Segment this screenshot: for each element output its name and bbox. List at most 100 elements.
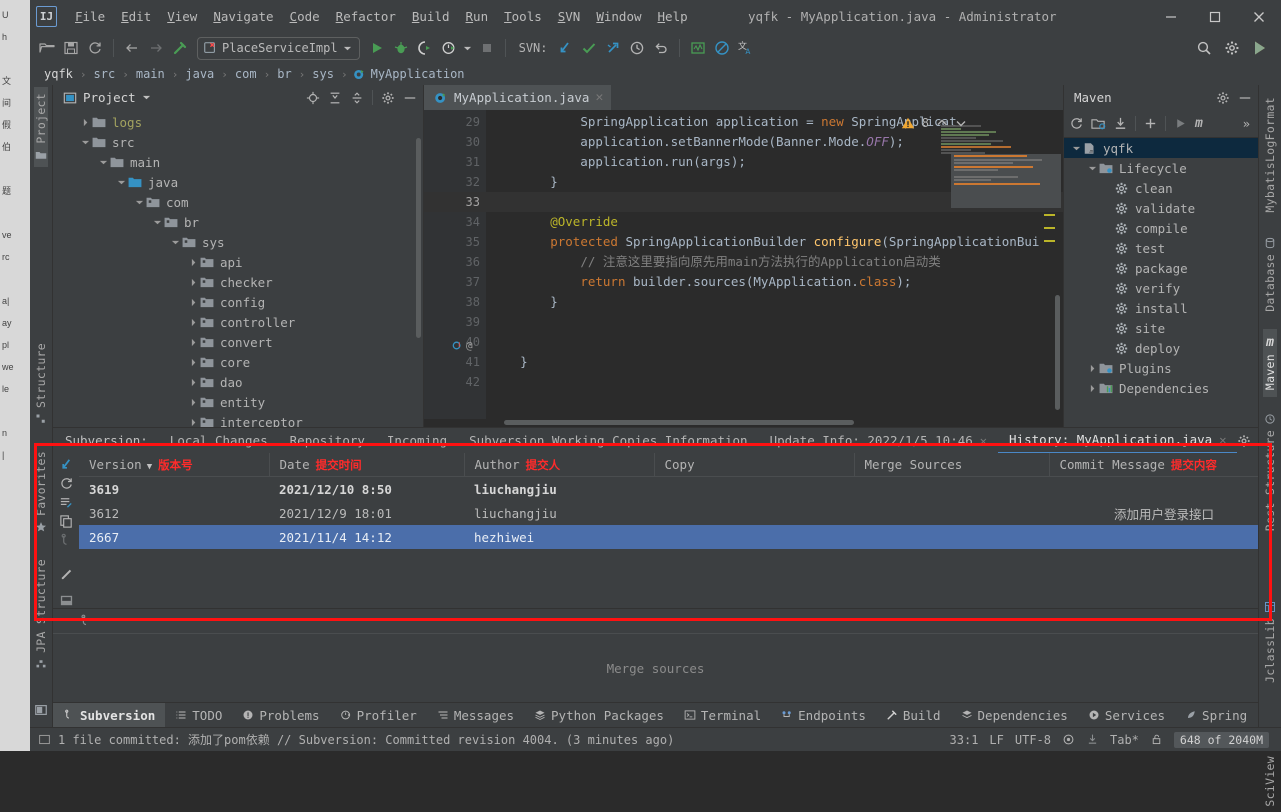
project-tree-node-api[interactable]: api	[53, 252, 423, 272]
ide-avatar-icon[interactable]	[1249, 37, 1271, 59]
close-icon[interactable]: ✕	[1219, 433, 1226, 447]
maven-tree[interactable]: m yqfk Lifecycle clean validate compile test pa…	[1064, 138, 1258, 427]
save-all-icon[interactable]	[60, 37, 82, 59]
tree-arrow-icon[interactable]	[1086, 164, 1099, 173]
menu-item-run[interactable]: Run	[458, 6, 497, 27]
svn-update-status-icon[interactable]	[1086, 733, 1099, 746]
svn-shelve-icon[interactable]	[602, 37, 624, 59]
code-line[interactable]: // 注意这里要指向原先用main方法执行的Application启动类	[486, 252, 1063, 272]
error-stripe-mark[interactable]	[1044, 214, 1055, 216]
tree-arrow-icon[interactable]	[187, 418, 200, 427]
project-tree-node-src[interactable]: src	[53, 132, 423, 152]
breadcrumb-item-src[interactable]: src	[92, 67, 118, 81]
refresh-icon[interactable]	[59, 476, 74, 491]
menu-item-edit[interactable]: Edit	[113, 6, 159, 27]
tree-arrow-icon[interactable]	[1070, 144, 1083, 153]
project-tree-node-com[interactable]: com	[53, 192, 423, 212]
project-tree-scrollbar[interactable]	[416, 138, 421, 338]
project-tree-node-sys[interactable]: sys	[53, 232, 423, 252]
close-icon[interactable]: ✕	[595, 90, 603, 105]
subversion-history-table[interactable]: Version ▼ 版本号 Date 提交时间 Author 提交人 Copy Merge So…	[79, 453, 1270, 550]
table-row[interactable]: 3612 2021/12/9 18:01 liuchangjiu 添加用户登录接口	[79, 501, 1269, 526]
subversion-tab-history-myapplication-java[interactable]: History: MyApplication.java ✕	[998, 427, 1238, 455]
expand-all-icon[interactable]	[328, 91, 342, 105]
locate-target-icon[interactable]	[306, 91, 320, 105]
menu-item-refactor[interactable]: Refactor	[328, 6, 404, 27]
breadcrumb-item-com[interactable]: com	[233, 67, 259, 81]
tree-arrow-icon[interactable]	[79, 138, 92, 147]
file-encoding[interactable]: UTF-8	[1015, 733, 1051, 747]
tree-arrow-icon[interactable]	[1086, 364, 1099, 373]
sidebar-item-jclasslib[interactable]: JclassLib	[1263, 595, 1277, 689]
settings-gear-icon[interactable]	[1237, 434, 1251, 448]
sidebar-item-project[interactable]: Project	[34, 87, 48, 167]
code-line[interactable]	[486, 332, 1063, 352]
maven-tree-node-lifecycle[interactable]: Lifecycle	[1064, 158, 1258, 178]
code-line[interactable]	[486, 312, 1063, 332]
sidebar-item-structure[interactable]: Structure	[34, 337, 48, 431]
maven-tree-node-clean[interactable]: clean	[1064, 178, 1258, 198]
translate-icon[interactable]: 文A	[735, 37, 757, 59]
sidebar-item-mybatislogformat[interactable]: MybatisLogFormat	[1263, 91, 1277, 219]
tree-arrow-icon[interactable]	[187, 318, 200, 327]
menu-item-help[interactable]: Help	[650, 6, 696, 27]
menu-item-window[interactable]: Window	[588, 6, 649, 27]
profile-icon[interactable]	[438, 37, 460, 59]
table-row[interactable]: 2667 2021/11/4 14:12 hezhiwei	[79, 525, 1269, 550]
forward-arrow-icon[interactable]	[145, 37, 167, 59]
menu-item-file[interactable]: File	[67, 6, 113, 27]
tree-arrow-icon[interactable]	[169, 238, 182, 247]
sidebar-item-favorites[interactable]: Favorites	[34, 445, 48, 539]
debug-icon[interactable]	[390, 37, 412, 59]
project-tree-node-core[interactable]: core	[53, 352, 423, 372]
subversion-tab-local-changes[interactable]: Local Changes	[159, 428, 279, 453]
menu-item-svn[interactable]: SVN	[550, 6, 589, 27]
project-tree-node-main[interactable]: main	[53, 152, 423, 172]
reload-projects-icon[interactable]	[1069, 116, 1084, 131]
menu-item-navigate[interactable]: Navigate	[205, 6, 281, 27]
breadcrumb-item-sys[interactable]: sys	[310, 67, 336, 81]
open-folder-icon[interactable]	[36, 37, 58, 59]
hide-windows-button[interactable]	[34, 697, 48, 723]
collapse-all-icon[interactable]	[350, 91, 364, 105]
maven-tree-node-yqfk[interactable]: m yqfk	[1064, 138, 1258, 158]
project-tree-node-interceptor[interactable]: interceptor	[53, 412, 423, 427]
settings-gear-icon[interactable]	[381, 91, 395, 105]
project-tree-node-config[interactable]: config	[53, 292, 423, 312]
maven-execute-icon[interactable]: m	[1195, 116, 1203, 131]
maven-tree-node-compile[interactable]: compile	[1064, 218, 1258, 238]
subversion-tab-incoming[interactable]: Incoming	[376, 428, 458, 453]
close-icon[interactable]: ✕	[980, 434, 987, 448]
column-header-copy[interactable]: Copy	[654, 453, 855, 478]
minimize-button[interactable]	[1149, 0, 1193, 33]
breadcrumb-item-MyApplication[interactable]: MyApplication	[369, 67, 467, 81]
tool-window-button-messages[interactable]: Messages	[427, 703, 524, 727]
chevron-up-icon[interactable]	[936, 117, 948, 129]
svn-update-icon[interactable]	[59, 457, 74, 472]
maven-tree-node-dependencies[interactable]: Dependencies	[1064, 378, 1258, 398]
tool-window-button-todo[interactable]: TODO	[165, 703, 232, 727]
run-coverage-icon[interactable]	[414, 37, 436, 59]
chevron-down-icon[interactable]	[142, 93, 151, 102]
code-line[interactable]	[486, 372, 1063, 392]
tool-window-button-terminal[interactable]: Terminal	[674, 703, 771, 727]
maven-tree-node-verify[interactable]: verify	[1064, 278, 1258, 298]
tool-window-button-python-packages[interactable]: Python Packages	[524, 703, 674, 727]
maven-tree-node-install[interactable]: install	[1064, 298, 1258, 318]
project-tree-node-br[interactable]: br	[53, 212, 423, 232]
code-line[interactable]: return builder.sources(MyApplication.cla…	[486, 272, 1063, 292]
line-separator[interactable]: LF	[989, 733, 1003, 747]
sidebar-item-maven[interactable]: m Maven	[1263, 329, 1277, 397]
svn-revert-icon[interactable]	[650, 37, 672, 59]
indent-setting[interactable]: Tab*	[1110, 733, 1139, 747]
copy-revision-icon[interactable]	[59, 514, 74, 529]
project-tree-node-logs[interactable]: logs	[53, 112, 423, 132]
maven-tree-node-test[interactable]: test	[1064, 238, 1258, 258]
tree-arrow-icon[interactable]	[115, 178, 128, 187]
tool-window-button-profiler[interactable]: Profiler	[330, 703, 427, 727]
settings-gear-icon[interactable]	[1216, 91, 1230, 105]
tree-arrow-icon[interactable]	[187, 258, 200, 267]
add-maven-project-icon[interactable]	[1143, 116, 1158, 131]
column-header-version[interactable]: Version ▼ 版本号	[79, 453, 270, 478]
svn-history-icon[interactable]	[626, 37, 648, 59]
